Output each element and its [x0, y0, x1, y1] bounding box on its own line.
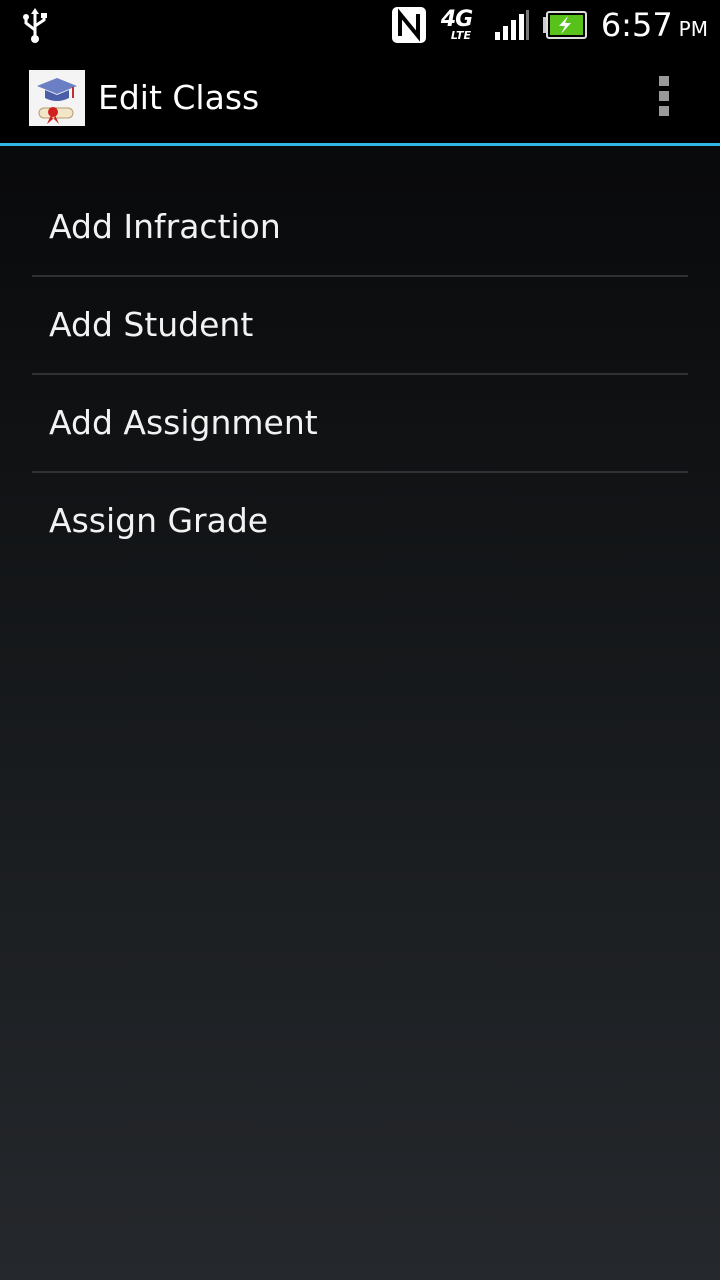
menu-list: Add Infraction Add Student Add Assignmen… [32, 179, 688, 569]
menu-item-add-assignment[interactable]: Add Assignment [32, 375, 688, 473]
menu-item-add-infraction[interactable]: Add Infraction [32, 179, 688, 277]
menu-item-assign-grade[interactable]: Assign Grade [32, 473, 688, 569]
status-bar: 4G LTE 6:57 PM [0, 0, 720, 50]
clock-ampm: PM [678, 17, 708, 41]
network-subtype: LTE [450, 29, 472, 42]
4g-lte-icon: 4G LTE [441, 5, 481, 45]
menu-item-label: Add Assignment [49, 403, 318, 442]
menu-item-label: Assign Grade [49, 501, 269, 540]
battery-charging-icon [542, 11, 587, 39]
menu-item-label: Add Infraction [49, 207, 281, 246]
overflow-menu-icon[interactable] [654, 76, 674, 122]
usb-icon [23, 8, 47, 43]
signal-icon [494, 10, 529, 40]
nfc-icon [391, 7, 426, 43]
action-bar-divider [0, 143, 720, 146]
page-title: Edit Class [98, 78, 260, 117]
menu-item-label: Add Student [49, 305, 254, 344]
menu-item-add-student[interactable]: Add Student [32, 277, 688, 375]
status-clock: 6:57 PM [601, 6, 708, 44]
action-bar: Edit Class [0, 50, 720, 143]
graduation-cap-diploma-icon[interactable] [29, 70, 85, 126]
clock-time: 6:57 [600, 6, 673, 44]
